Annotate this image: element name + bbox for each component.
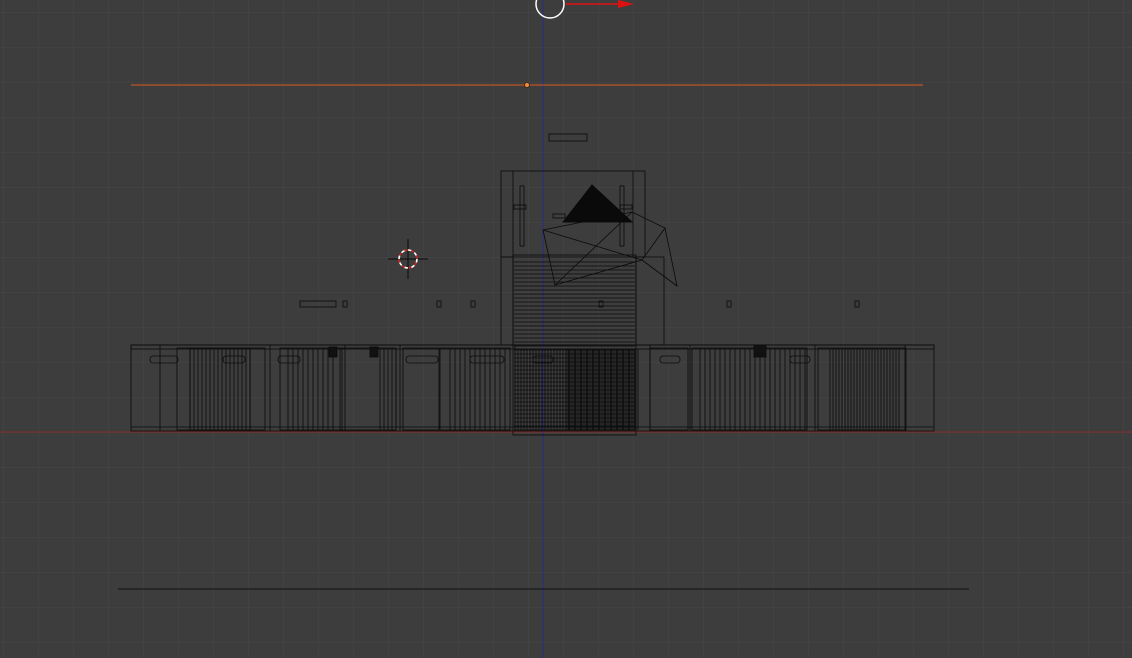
lamp-plane[interactable] [131,82,923,88]
viewport-scene[interactable] [0,0,1132,658]
camera-frustum[interactable] [542,211,678,287]
object-origin [524,82,530,88]
manipulator-center-ring[interactable] [535,0,565,19]
translate-manipulator[interactable] [535,0,634,19]
3d-viewport[interactable] [0,0,1132,658]
manipulator-x-arrowhead-icon[interactable] [618,0,634,8]
crosshair-cursor-icon[interactable] [388,239,428,279]
